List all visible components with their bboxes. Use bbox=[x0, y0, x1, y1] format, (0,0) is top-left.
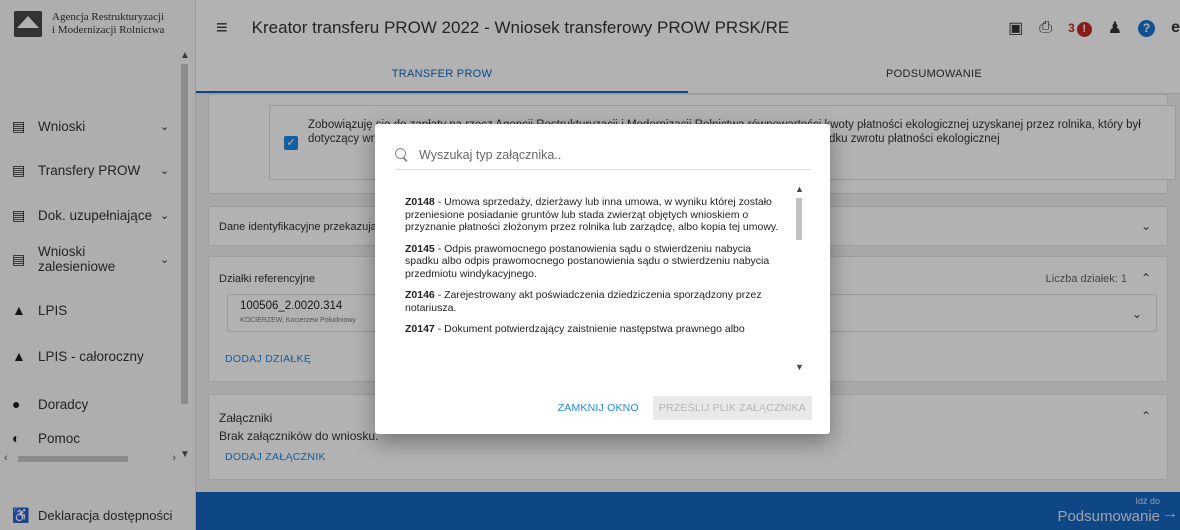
list-item[interactable]: Z0147 - Dokument potwierdzający zaistnie… bbox=[405, 323, 785, 336]
list-item[interactable]: Z0145 - Odpis prawomocnego postanowienia… bbox=[405, 243, 785, 281]
item-text: - Umowa sprzedaży, dzierżawy lub inna um… bbox=[405, 196, 779, 233]
item-code: Z0148 bbox=[405, 196, 435, 208]
scroll-thumb[interactable] bbox=[796, 198, 802, 240]
item-text: - Dokument potwierdzający zaistnienie na… bbox=[434, 323, 745, 335]
item-code: Z0147 bbox=[405, 323, 435, 335]
item-text: - Zarejestrowany akt poświadczenia dzied… bbox=[405, 289, 762, 314]
close-dialog-button[interactable]: ZAMKNIJ OKNO bbox=[554, 396, 643, 420]
list-item[interactable]: Z0146 - Zarejestrowany akt poświadczenia… bbox=[405, 289, 785, 314]
scroll-up-icon[interactable]: ▲ bbox=[795, 184, 804, 194]
dialog-actions: ZAMKNIJ OKNO PRZEŚLIJ PLIK ZAŁĄCZNIKA bbox=[554, 396, 812, 420]
scroll-down-icon[interactable]: ▼ bbox=[795, 362, 804, 372]
attachment-type-list: Z0148 - Umowa sprzedaży, dzierżawy lub i… bbox=[405, 196, 785, 374]
upload-attachment-button[interactable]: PRZEŚLIJ PLIK ZAŁĄCZNIKA bbox=[652, 396, 812, 420]
search-icon bbox=[395, 147, 409, 162]
attachment-type-dialog: Z0148 - Umowa sprzedaży, dzierżawy lub i… bbox=[375, 124, 830, 434]
search-input[interactable] bbox=[419, 147, 799, 162]
list-item[interactable]: Z0148 - Umowa sprzedaży, dzierżawy lub i… bbox=[405, 196, 785, 234]
item-text: - Odpis prawomocnego postanowienia sądu … bbox=[405, 242, 770, 280]
item-code: Z0146 bbox=[405, 289, 435, 301]
list-scrollbar[interactable]: ▲ ▼ bbox=[793, 184, 805, 372]
search-bar bbox=[395, 140, 810, 170]
item-code: Z0145 bbox=[405, 242, 435, 255]
